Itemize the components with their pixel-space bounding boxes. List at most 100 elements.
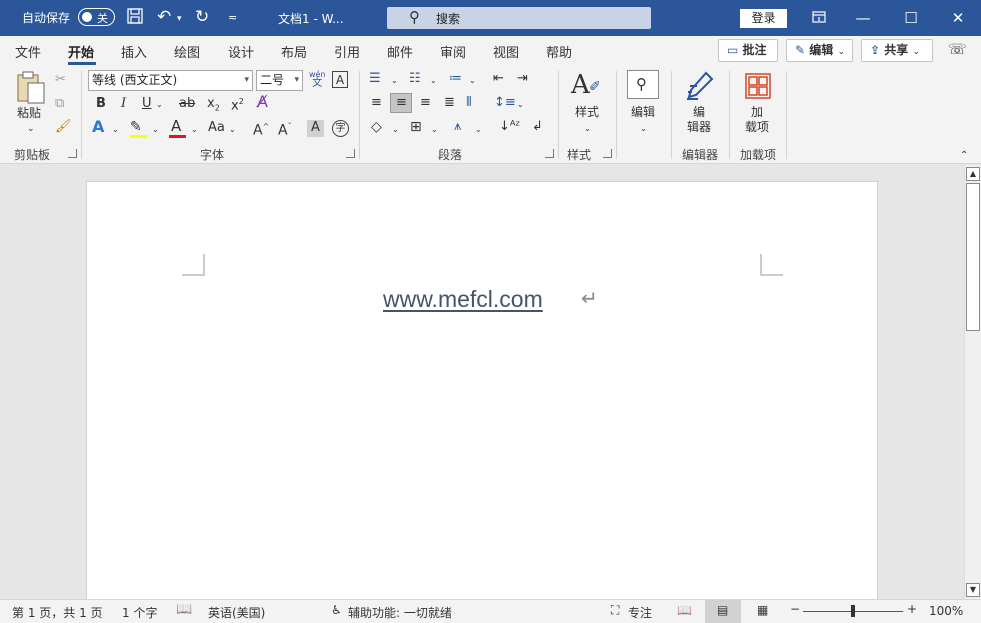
styles-button-label[interactable]: 样式	[575, 105, 599, 120]
numbering-icon[interactable]: ☷	[409, 71, 421, 87]
close-icon[interactable]: ✕	[943, 6, 973, 30]
feedback-icon[interactable]: ☏	[948, 40, 967, 58]
italic-icon[interactable]: I	[121, 96, 126, 112]
justify-icon[interactable]: ≣	[444, 95, 455, 111]
font-color-icon[interactable]: A	[171, 118, 181, 134]
zoom-out-icon[interactable]: −	[790, 602, 800, 616]
copy-icon[interactable]: ⧉	[55, 96, 64, 112]
paste-icon[interactable]	[14, 70, 48, 111]
tab-layout[interactable]: 布局	[281, 42, 307, 61]
strikethrough-icon[interactable]: ab	[179, 96, 195, 112]
find-button[interactable]: ⚲	[627, 70, 659, 99]
editing-dropdown-icon[interactable]: ⌄	[640, 121, 647, 137]
vertical-scrollbar[interactable]: ▲ ▼	[964, 165, 981, 599]
document-hyperlink-text[interactable]: www.mefcl.com	[383, 286, 543, 313]
tab-review[interactable]: 审阅	[440, 42, 466, 61]
customize-toolbar-icon[interactable]: ≂	[228, 8, 237, 28]
focus-icon[interactable]: ⛶	[611, 603, 619, 618]
font-color-dropdown-icon[interactable]: ⌄	[191, 122, 198, 138]
shrink-font-icon[interactable]: Aˇ	[278, 119, 292, 139]
maximize-icon[interactable]: ☐	[896, 6, 926, 30]
shading-icon[interactable]: ◇	[371, 119, 382, 135]
font-name-select[interactable]: 等线 (西文正文) ▾	[88, 70, 253, 91]
phonetic-guide-icon[interactable]: wén 文	[309, 70, 326, 89]
editor-icon[interactable]	[684, 70, 716, 107]
styles-icon[interactable]: A	[571, 70, 590, 100]
sort-icon[interactable]: ↓ᴬᶻ	[499, 119, 520, 135]
addins-icon[interactable]	[744, 72, 772, 105]
page-info[interactable]: 第 1 页，共 1 页	[12, 604, 103, 621]
enclose-characters-icon[interactable]: 字	[332, 120, 349, 137]
align-right-icon[interactable]: ≡	[420, 95, 431, 111]
highlight-dropdown-icon[interactable]: ⌄	[152, 122, 159, 138]
search-box[interactable]: ⚲ 搜索	[387, 7, 651, 29]
character-border-icon[interactable]: A	[332, 71, 348, 88]
shading-dropdown-icon[interactable]: ⌄	[392, 122, 399, 138]
text-effects-icon[interactable]: A	[92, 119, 104, 135]
tab-file[interactable]: 文件	[15, 42, 41, 61]
autosave-toggle[interactable]: 关	[78, 8, 115, 26]
bullets-dropdown-icon[interactable]: ⌄	[391, 73, 398, 89]
zoom-level[interactable]: 100%	[929, 604, 963, 618]
proofing-icon[interactable]: 📖	[176, 602, 192, 617]
show-paragraph-marks-icon[interactable]: ↲	[532, 119, 543, 135]
login-button[interactable]: 登录	[740, 9, 787, 28]
clear-formatting-icon[interactable]: A̸	[257, 94, 268, 110]
ribbon-display-options-icon[interactable]	[804, 6, 834, 30]
chinese-layout-dropdown-icon[interactable]: ⌄	[475, 122, 482, 138]
distributed-icon[interactable]: ⦀	[466, 95, 472, 111]
collapse-ribbon-icon[interactable]: ⌃	[960, 148, 968, 164]
subscript-icon[interactable]: x2	[207, 96, 220, 117]
cut-icon[interactable]: ✂	[55, 72, 66, 88]
language[interactable]: 英语(美国)	[208, 604, 265, 621]
save-icon[interactable]	[126, 7, 144, 30]
clipboard-launcher-icon[interactable]	[68, 149, 77, 158]
comments-button[interactable]: ▭ 批注	[718, 39, 778, 62]
borders-dropdown-icon[interactable]: ⌄	[431, 122, 438, 138]
character-shading-icon[interactable]: A	[307, 120, 324, 137]
read-mode-icon[interactable]: 📖	[677, 603, 692, 617]
zoom-in-icon[interactable]: +	[907, 602, 917, 616]
undo-dropdown-icon[interactable]: ▾	[177, 9, 182, 29]
scroll-thumb[interactable]	[966, 183, 980, 331]
styles-dropdown-icon[interactable]: ⌄	[584, 121, 591, 137]
tab-references[interactable]: 引用	[334, 42, 360, 61]
share-button[interactable]: ⇪ 共享 ⌄	[861, 39, 933, 62]
focus-label[interactable]: 专注	[628, 604, 652, 621]
underline-dropdown-icon[interactable]: ⌄	[156, 97, 163, 113]
document-page[interactable]: www.mefcl.com ↵	[86, 181, 878, 611]
format-painter-icon[interactable]: 🖌	[55, 119, 72, 135]
text-effects-dropdown-icon[interactable]: ⌄	[112, 122, 119, 138]
editing-button-label[interactable]: 编辑	[631, 105, 655, 120]
superscript-icon[interactable]: x2	[231, 94, 244, 114]
line-spacing-icon[interactable]: ↕≡	[494, 95, 516, 111]
minimize-icon[interactable]: —	[848, 6, 878, 30]
tab-design[interactable]: 设计	[228, 42, 254, 61]
tab-view[interactable]: 视图	[493, 42, 519, 61]
tab-home[interactable]: 开始	[68, 42, 94, 61]
edit-mode-button[interactable]: ✎ 编辑 ⌄	[786, 39, 853, 62]
chinese-layout-icon[interactable]: ⩚	[454, 119, 461, 135]
align-left-icon[interactable]: ≡	[371, 95, 382, 111]
grow-font-icon[interactable]: A^	[253, 119, 269, 139]
multilevel-list-icon[interactable]: ≔	[449, 71, 462, 87]
redo-icon[interactable]: ↻	[195, 7, 209, 27]
tab-draw[interactable]: 绘图	[174, 42, 200, 61]
accessibility-status[interactable]: 辅助功能: 一切就绪	[348, 604, 452, 621]
paste-dropdown-icon[interactable]: ⌄	[27, 121, 35, 137]
styles-launcher-icon[interactable]	[603, 149, 612, 158]
change-case-dropdown-icon[interactable]: ⌄	[229, 122, 236, 138]
tab-help[interactable]: 帮助	[546, 42, 572, 61]
change-case-icon[interactable]: Aa	[208, 120, 225, 136]
zoom-slider-thumb[interactable]	[851, 605, 855, 617]
underline-icon[interactable]: U	[142, 96, 152, 112]
tab-mailings[interactable]: 邮件	[387, 42, 413, 61]
numbering-dropdown-icon[interactable]: ⌄	[430, 73, 437, 89]
scroll-up-icon[interactable]: ▲	[966, 167, 980, 181]
font-size-select[interactable]: 二号 ▾	[256, 70, 303, 91]
highlight-icon[interactable]: ✎	[130, 119, 142, 135]
multilevel-dropdown-icon[interactable]: ⌄	[469, 73, 476, 89]
bullets-icon[interactable]: ☰	[369, 71, 381, 87]
bold-icon[interactable]: B	[96, 96, 106, 112]
decrease-indent-icon[interactable]: ⇤	[493, 71, 504, 87]
